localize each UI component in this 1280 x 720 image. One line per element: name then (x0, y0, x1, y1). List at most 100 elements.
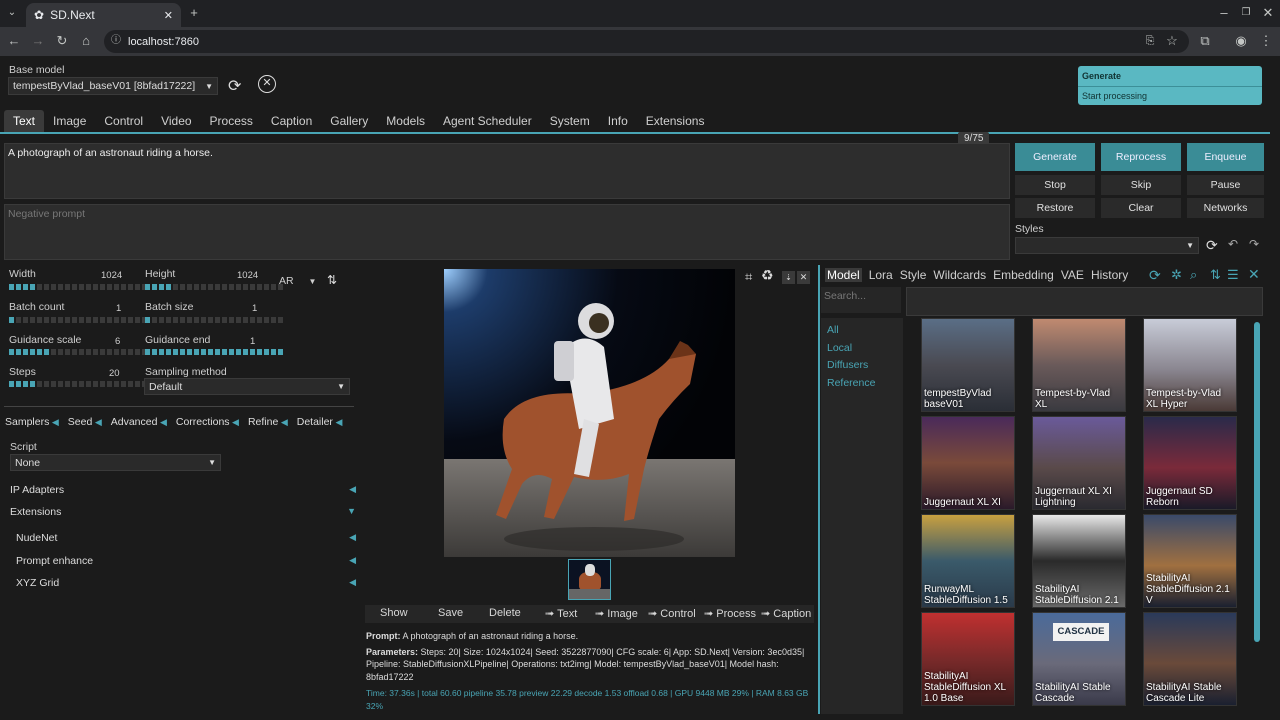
model-card[interactable]: StabilityAI StableDiffusion 2.1 (1032, 514, 1126, 608)
steps-slider[interactable] (9, 381, 147, 387)
networks-description[interactable] (906, 287, 1263, 316)
filter-reference[interactable]: Reference (827, 375, 897, 393)
grid-icon[interactable]: ⌗ (745, 269, 752, 285)
model-card[interactable]: tempestByVlad baseV01 (921, 318, 1015, 412)
sort-icon[interactable]: ⇅ (1210, 267, 1221, 283)
refresh-networks-icon[interactable]: ⟳ (1149, 267, 1161, 284)
minimize-icon[interactable]: – (1216, 6, 1232, 20)
gallery-action-caption-button[interactable]: ➟ Caption (761, 607, 811, 620)
section-corrections[interactable]: Corrections ◀ (176, 416, 239, 428)
tab-image[interactable]: Image (44, 110, 95, 132)
scrollbar[interactable] (1254, 322, 1260, 642)
reload-icon[interactable]: ↻ (54, 34, 70, 48)
model-card[interactable]: Tempest-by-Vlad XL Hyper (1143, 318, 1237, 412)
settings-icon[interactable]: ✲ (1171, 267, 1182, 283)
url-input[interactable]: localhost:7860 (104, 30, 1189, 53)
close-window-icon[interactable]: ✕ (1260, 6, 1276, 20)
tab-text[interactable]: Text (4, 110, 45, 132)
model-card[interactable]: StabilityAI StableDiffusion XL 1.0 Base (921, 612, 1015, 706)
panel-splitter[interactable] (818, 265, 820, 714)
search-icon[interactable]: ⌕ (1190, 267, 1197, 283)
browser-tab[interactable]: ✿ SD.Next ✕ (26, 3, 181, 27)
guidance-end-slider[interactable] (145, 349, 283, 355)
tab-control[interactable]: Control (95, 110, 152, 132)
section-advanced[interactable]: Advanced ◀ (111, 416, 167, 428)
skip-button[interactable]: Skip (1101, 175, 1181, 195)
restore-button[interactable]: Restore (1015, 198, 1095, 218)
networks-button[interactable]: Networks (1187, 198, 1264, 218)
filter-local[interactable]: Local (827, 340, 897, 358)
tab-agent-scheduler[interactable]: Agent Scheduler (434, 110, 541, 132)
batch-count-slider[interactable] (9, 317, 147, 323)
refresh-styles-icon[interactable]: ⟳ (1206, 237, 1218, 254)
tab-models[interactable]: Models (377, 110, 434, 132)
styles-select[interactable]: ▼ (1015, 237, 1199, 254)
list-view-icon[interactable]: ☰ (1227, 267, 1239, 283)
network-tab-vae[interactable]: VAE (1061, 268, 1084, 282)
output-image[interactable] (444, 269, 735, 557)
ip-adapters-accordion[interactable]: IP Adapters ◀ (10, 484, 356, 496)
unload-model-icon[interactable]: ✕ (258, 75, 276, 93)
close-panel-icon[interactable]: ✕ (1248, 266, 1260, 283)
site-info-icon[interactable]: ⓘ (108, 34, 124, 48)
guidance-scale-value[interactable]: 6 (115, 336, 120, 347)
section-samplers[interactable]: Samplers ◀ (5, 416, 59, 428)
network-tab-style[interactable]: Style (900, 268, 927, 282)
model-card[interactable]: StabilityAI StableDiffusion 2.1 V (1143, 514, 1237, 608)
generate-button[interactable]: Generate (1015, 143, 1095, 171)
refresh-models-icon[interactable]: ⟳ (228, 76, 241, 96)
width-value[interactable]: 1024 (101, 270, 122, 281)
home-icon[interactable]: ⌂ (78, 34, 94, 48)
section-refine[interactable]: Refine ◀ (248, 416, 288, 428)
prompt-input[interactable]: A photograph of an astronaut riding a ho… (4, 143, 1010, 199)
save-style-icon[interactable]: ↷ (1249, 237, 1259, 251)
guidance-end-value[interactable]: 1 (250, 336, 255, 347)
nudenet-accordion[interactable]: NudeNet ◀ (16, 532, 356, 544)
tab-caption[interactable]: Caption (262, 110, 321, 132)
install-icon[interactable]: ⎘ (1142, 34, 1158, 48)
guidance-scale-slider[interactable] (9, 349, 147, 355)
gallery-action-process-button[interactable]: ➟ Process (704, 607, 756, 620)
forward-icon[interactable]: → (30, 34, 46, 48)
sampling-method-select[interactable]: Default ▼ (144, 378, 350, 395)
section-detailer[interactable]: Detailer ◀ (297, 416, 343, 428)
batch-count-value[interactable]: 1 (116, 303, 121, 314)
steps-value[interactable]: 20 (109, 368, 120, 379)
model-card[interactable]: Juggernaut SD Reborn (1143, 416, 1237, 510)
tab-extensions[interactable]: Extensions (637, 110, 714, 132)
gallery-action-save-button[interactable]: Save (438, 607, 463, 619)
extensions-accordion[interactable]: Extensions ▼ (10, 506, 356, 518)
tab-search-icon[interactable]: ⌄ (4, 6, 20, 20)
gallery-action-show-button[interactable]: Show (380, 607, 408, 619)
extensions-icon[interactable]: ⧉ (1197, 34, 1213, 48)
negative-prompt-input[interactable]: Negative prompt (4, 204, 1010, 260)
model-card[interactable]: RunwayML StableDiffusion 1.5 (921, 514, 1015, 608)
apply-style-icon[interactable]: ↶ (1228, 237, 1238, 251)
download-icon[interactable]: ⇣ (782, 271, 795, 284)
xyz-grid-accordion[interactable]: XYZ Grid ◀ (16, 577, 356, 589)
filter-all[interactable]: All (827, 322, 897, 340)
pause-button[interactable]: Pause (1187, 175, 1264, 195)
network-tab-model[interactable]: Model (825, 268, 862, 282)
clear-button[interactable]: Clear (1101, 198, 1181, 218)
batch-size-value[interactable]: 1 (252, 303, 257, 314)
gallery-action-control-button[interactable]: ➟ Control (648, 607, 696, 620)
recycle-icon[interactable]: ♻ (761, 267, 774, 284)
swap-dimensions-icon[interactable]: ⇅ (327, 273, 337, 287)
tab-info[interactable]: Info (599, 110, 637, 132)
tab-system[interactable]: System (541, 110, 599, 132)
maximize-icon[interactable]: ❐ (1238, 6, 1254, 20)
model-card[interactable]: CASCADE StabilityAI Stable Cascade (1032, 612, 1126, 706)
tab-process[interactable]: Process (201, 110, 262, 132)
tab-gallery[interactable]: Gallery (321, 110, 377, 132)
network-tab-embedding[interactable]: Embedding (993, 268, 1054, 282)
close-tab-icon[interactable]: ✕ (164, 9, 173, 22)
tab-video[interactable]: Video (152, 110, 200, 132)
enqueue-button[interactable]: Enqueue (1187, 143, 1264, 171)
menu-icon[interactable]: ⋮ (1258, 34, 1274, 48)
filter-diffusers[interactable]: Diffusers (827, 357, 897, 375)
back-icon[interactable]: ← (6, 34, 22, 48)
height-slider[interactable] (145, 284, 283, 290)
stop-button[interactable]: Stop (1015, 175, 1095, 195)
width-slider[interactable] (9, 284, 147, 290)
